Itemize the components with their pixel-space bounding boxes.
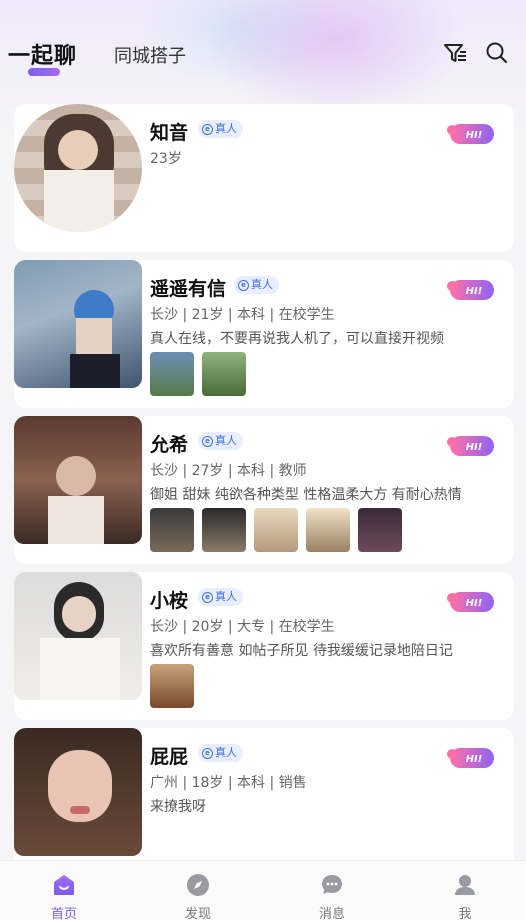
- verified-icon: e: [202, 747, 213, 759]
- filter-icon[interactable]: [442, 40, 468, 66]
- nav-label-home: 首页: [50, 907, 77, 920]
- verified-icon: e: [202, 591, 213, 603]
- verified-badge: e 真人: [198, 588, 243, 606]
- say-hi-button[interactable]: HI!: [446, 122, 494, 146]
- verified-badge: e 真人: [198, 744, 243, 762]
- verified-badge-label: 真人: [215, 122, 237, 135]
- profile-intro: 真人在线，不要再说我人机了，可以直接开视频: [150, 331, 444, 347]
- profile-name: 允希: [150, 434, 189, 456]
- profile-intro: 御姐 甜妹 纯欲各种类型 性格温柔大方 有耐心热情: [150, 487, 462, 503]
- nav-item-messages[interactable]: 消息: [292, 861, 372, 920]
- verified-badge: e 真人: [198, 120, 243, 138]
- verified-icon: e: [238, 279, 249, 291]
- verified-icon: e: [202, 435, 213, 447]
- compass-icon: [187, 874, 209, 896]
- verified-badge-label: 真人: [215, 746, 237, 759]
- profile-name: 知音: [150, 122, 189, 144]
- tab-local-partner-label: 同城搭子: [114, 46, 186, 67]
- photo-thumbnail[interactable]: [254, 508, 298, 552]
- photo-thumbnail[interactable]: [306, 508, 350, 552]
- tab-local-partner[interactable]: 同城搭子: [114, 42, 186, 68]
- tab-chat-together-label: 一起聊: [8, 44, 78, 69]
- profile-intro: 来撩我呀: [150, 799, 206, 815]
- photo-thumbnail[interactable]: [358, 508, 402, 552]
- verified-icon: e: [202, 123, 213, 135]
- profile-photo[interactable]: [14, 416, 142, 544]
- nav-item-home[interactable]: 首页: [24, 861, 104, 920]
- profile-card[interactable]: 小桉 e 真人 长沙 | 20岁 | 大专 | 在校学生 喜欢所有善意 如帖子所…: [14, 572, 514, 720]
- search-icon[interactable]: [484, 40, 510, 66]
- profile-info: 23岁: [150, 151, 182, 167]
- nav-label-me: 我: [458, 907, 472, 920]
- profile-card[interactable]: 屁屁 e 真人 广州 | 18岁 | 本科 | 销售 来撩我呀 HI!: [14, 728, 514, 876]
- profile-card[interactable]: 遥遥有信 e 真人 长沙 | 21岁 | 本科 | 在校学生 真人在线，不要再说…: [14, 260, 514, 408]
- profile-name: 遥遥有信: [150, 278, 227, 300]
- photo-thumbnails: [150, 352, 246, 396]
- photo-thumbnails: [150, 664, 194, 708]
- bottom-nav: 首页 发现 消息 我: [0, 860, 526, 920]
- profile-photo[interactable]: [14, 104, 142, 232]
- profile-card[interactable]: 知音 e 真人 23岁 HI!: [14, 104, 514, 252]
- profile-name: 屁屁: [150, 746, 189, 768]
- tab-chat-together[interactable]: 一起聊: [8, 38, 78, 76]
- profile-card[interactable]: 允希 e 真人 长沙 | 27岁 | 本科 | 教师 御姐 甜妹 纯欲各种类型 …: [14, 416, 514, 564]
- chat-icon: [322, 875, 342, 894]
- say-hi-button[interactable]: HI!: [446, 434, 494, 458]
- nav-label-discover: 发现: [184, 907, 211, 920]
- verified-badge-label: 真人: [215, 590, 237, 603]
- profile-info: 长沙 | 20岁 | 大专 | 在校学生: [150, 619, 335, 635]
- top-header: 一起聊 同城搭子: [0, 0, 526, 104]
- profile-info: 长沙 | 27岁 | 本科 | 教师: [150, 463, 307, 479]
- profile-photo[interactable]: [14, 572, 142, 700]
- person-icon: [455, 875, 475, 895]
- say-hi-label: HI!: [466, 754, 483, 765]
- photo-thumbnails: [150, 508, 402, 552]
- say-hi-button[interactable]: HI!: [446, 278, 494, 302]
- photo-thumbnail[interactable]: [202, 352, 246, 396]
- say-hi-label: HI!: [466, 442, 483, 453]
- verified-badge: e 真人: [234, 276, 279, 294]
- profile-info: 广州 | 18岁 | 本科 | 销售: [150, 775, 307, 791]
- say-hi-button[interactable]: HI!: [446, 746, 494, 770]
- photo-thumbnail[interactable]: [150, 664, 194, 708]
- verified-badge-label: 真人: [251, 278, 273, 291]
- photo-thumbnail[interactable]: [150, 508, 194, 552]
- nav-item-discover[interactable]: 发现: [158, 861, 238, 920]
- nav-label-messages: 消息: [318, 907, 345, 920]
- nav-item-me[interactable]: 我: [425, 861, 505, 920]
- say-hi-label: HI!: [466, 130, 483, 141]
- profile-name: 小桉: [150, 590, 189, 612]
- verified-badge-label: 真人: [215, 434, 237, 447]
- home-icon: [54, 875, 74, 895]
- tab-active-indicator: [28, 68, 60, 76]
- profile-photo[interactable]: [14, 728, 142, 856]
- profile-intro: 喜欢所有善意 如帖子所见 待我缓缓记录地陪日记: [150, 643, 453, 659]
- photo-thumbnail[interactable]: [202, 508, 246, 552]
- say-hi-button[interactable]: HI!: [446, 590, 494, 614]
- say-hi-label: HI!: [466, 598, 483, 609]
- photo-thumbnail[interactable]: [150, 352, 194, 396]
- say-hi-label: HI!: [466, 286, 483, 297]
- verified-badge: e 真人: [198, 432, 243, 450]
- profile-photo[interactable]: [14, 260, 142, 388]
- profile-info: 长沙 | 21岁 | 本科 | 在校学生: [150, 307, 335, 323]
